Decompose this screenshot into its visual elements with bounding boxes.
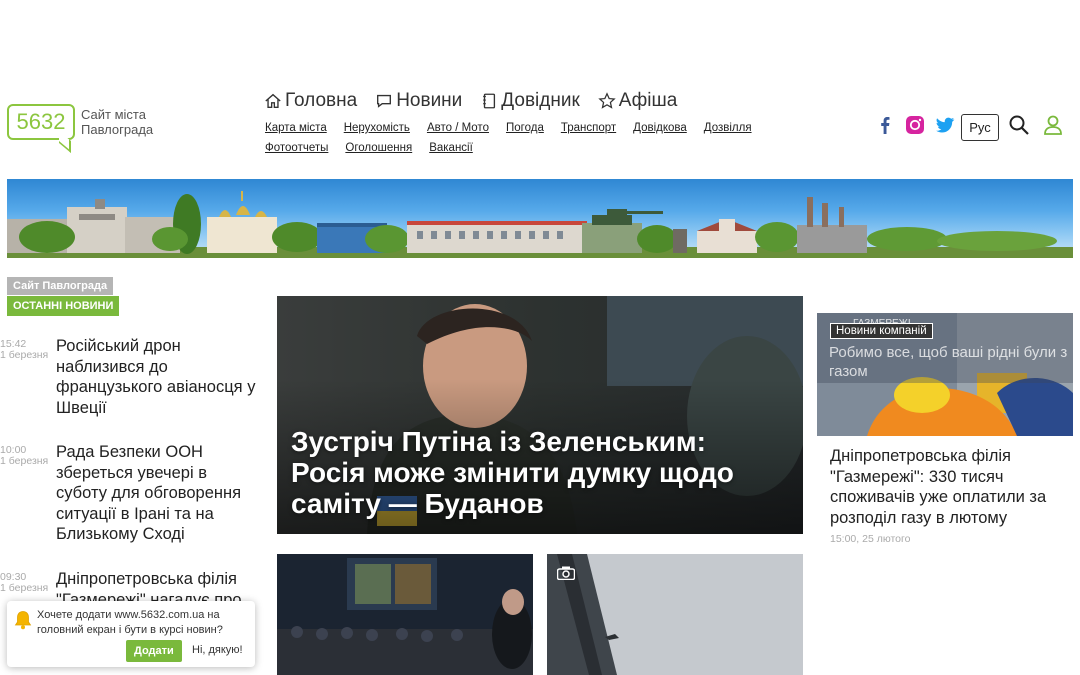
subnav-ads[interactable]: Оголошення	[345, 141, 412, 155]
push-prompt-text: Хочете додати www.5632.com.ua на головни…	[37, 609, 223, 636]
company-news-date: 15:00, 25 лютого	[830, 533, 911, 545]
company-news-tag[interactable]: Новини компаній	[830, 323, 933, 339]
news-date: 1 березня	[0, 582, 49, 594]
nav-news-label: Новини	[396, 90, 463, 111]
twitter-icon	[936, 117, 955, 133]
news-date: 1 березня	[0, 455, 49, 467]
logo-number: 5632	[7, 104, 75, 140]
logo-text: Сайт міста Павлограда	[81, 107, 154, 137]
instagram-icon	[906, 116, 924, 134]
twitter-link[interactable]	[934, 114, 956, 136]
subnav-weather[interactable]: Погода	[506, 121, 544, 135]
search-button[interactable]	[1008, 114, 1030, 136]
nav-afisha-label: Афіша	[618, 90, 678, 111]
featured-title[interactable]: Зустріч Путіна із Зеленським: Росія може…	[291, 426, 781, 519]
subnav-photos[interactable]: Фотоотчеты	[265, 141, 328, 155]
search-icon	[1009, 115, 1029, 135]
article-thumbnail[interactable]	[547, 554, 803, 675]
book-icon	[483, 93, 496, 109]
city-banner	[7, 179, 1073, 258]
chat-icon	[377, 94, 392, 108]
sub-nav: Карта міста Нерухомість Авто / Мото Пого…	[265, 121, 825, 155]
featured-article[interactable]: Зустріч Путіна із Зеленським: Росія може…	[277, 296, 803, 534]
article-thumbnail[interactable]	[277, 554, 533, 675]
un-council-photo	[277, 554, 533, 675]
latest-news-tag[interactable]: ОСТАННІ НОВИНИ	[7, 296, 120, 316]
subnav-jobs[interactable]: Вакансії	[429, 141, 473, 155]
facebook-icon	[881, 117, 890, 134]
nav-news[interactable]: Новини	[375, 90, 462, 112]
subnav-transport[interactable]: Транспорт	[561, 121, 616, 135]
city-skyline-image	[7, 191, 1073, 258]
nav-directory-label: Довідник	[501, 90, 580, 111]
camera-icon	[556, 566, 576, 585]
nav-home-label: Головна	[285, 90, 358, 111]
subnav-auto[interactable]: Авто / Мото	[427, 121, 489, 135]
subnav-reference[interactable]: Довідкова	[633, 121, 687, 135]
news-title[interactable]: Рада Безпеки ООН збереться увечері в суб…	[56, 442, 260, 545]
nav-afisha[interactable]: Афіша	[598, 90, 678, 112]
drone-photo	[547, 554, 803, 675]
subnav-leisure[interactable]: Дозвілля	[704, 121, 752, 135]
company-image-caption: Робимо все, щоб ваші рідні були з газом	[829, 344, 1068, 380]
user-account-button[interactable]	[1042, 114, 1064, 136]
main-nav: Головна Новини Довідник Афіша	[264, 90, 677, 112]
star-icon	[598, 92, 616, 109]
push-accept-button[interactable]: Додати	[126, 640, 182, 662]
bell-icon	[14, 610, 32, 635]
site-logo[interactable]: 5632 Сайт міста Павлограда	[7, 104, 161, 140]
news-title[interactable]: Російський дрон наблизився до французько…	[56, 336, 260, 418]
company-news-image[interactable]: ГАЗМЕРЕЖІ Новини компаній Робимо все, що…	[817, 313, 1073, 436]
push-notification-prompt: Хочете додати www.5632.com.ua на головни…	[7, 601, 255, 667]
user-icon	[1044, 115, 1062, 135]
subnav-realty[interactable]: Нерухомість	[344, 121, 410, 135]
company-news-title[interactable]: Дніпропетровська філія "Газмережі": 330 …	[830, 446, 1070, 528]
instagram-link[interactable]	[904, 114, 926, 136]
facebook-link[interactable]	[874, 114, 896, 136]
push-decline-button[interactable]: Ні, дякую!	[192, 644, 243, 656]
nav-directory[interactable]: Довідник	[480, 90, 580, 112]
language-switch[interactable]: Рус	[961, 114, 999, 141]
news-date: 1 березня	[0, 349, 49, 361]
page: 5632 Сайт міста Павлограда Головна Новин…	[0, 0, 1080, 675]
home-icon	[265, 93, 281, 108]
site-tag[interactable]: Сайт Павлограда	[7, 277, 114, 295]
subnav-map[interactable]: Карта міста	[265, 121, 327, 135]
nav-home[interactable]: Головна	[264, 90, 357, 112]
